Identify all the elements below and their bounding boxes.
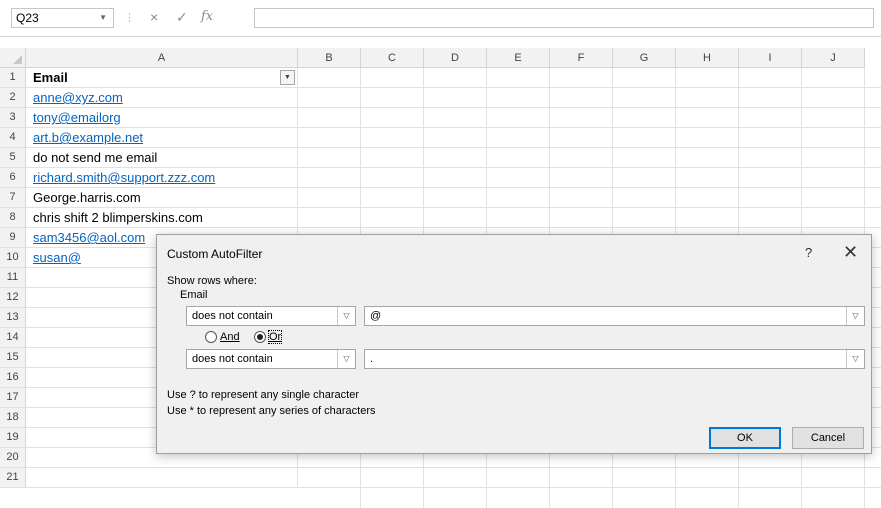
or-radio[interactable] [254, 331, 266, 343]
cell-a[interactable]: chris shift 2 blimperskins.com [26, 208, 298, 227]
column-header-f[interactable]: F [550, 48, 613, 68]
cancel-button[interactable]: Cancel [792, 427, 864, 449]
row-header[interactable]: 19 [0, 428, 26, 447]
row-header[interactable]: 1 [0, 68, 26, 87]
row-header[interactable]: 11 [0, 268, 26, 287]
formula-input[interactable] [254, 8, 874, 28]
column-header-d[interactable]: D [424, 48, 487, 68]
table-row: 21 [0, 468, 881, 488]
cell-a[interactable]: do not send me email [26, 148, 298, 167]
table-row: 6 richard.smith@support.zzz.com [0, 168, 881, 188]
row-header[interactable]: 6 [0, 168, 26, 187]
column-header-c[interactable]: C [361, 48, 424, 68]
cell-a[interactable]: anne@xyz.com [26, 88, 298, 107]
condition2-operator-value: does not contain [192, 353, 273, 365]
row-header[interactable]: 3 [0, 108, 26, 127]
chevron-down-icon[interactable]: ▽ [846, 350, 864, 368]
row-header[interactable]: 4 [0, 128, 26, 147]
close-icon[interactable]: ✕ [843, 242, 858, 263]
row-header[interactable]: 7 [0, 188, 26, 207]
condition2-operator-select[interactable]: does not contain ▽ [186, 349, 356, 369]
condition1-operator-value: does not contain [192, 310, 273, 322]
row-header[interactable]: 5 [0, 148, 26, 167]
row-header[interactable]: 21 [0, 468, 26, 487]
table-row: 1 Email ▼ [0, 68, 881, 88]
help-icon[interactable]: ? [805, 245, 812, 260]
field-name-label: Email [180, 289, 208, 301]
row-header[interactable]: 10 [0, 248, 26, 267]
table-row: 8 chris shift 2 blimperskins.com [0, 208, 881, 228]
column-header-i[interactable]: I [739, 48, 802, 68]
custom-autofilter-dialog: Custom AutoFilter ? ✕ Show rows where: E… [156, 234, 872, 454]
hint-series-chars: Use * to represent any series of charact… [167, 405, 376, 417]
ok-button[interactable]: OK [709, 427, 781, 449]
column-header-j[interactable]: J [802, 48, 865, 68]
and-radio[interactable] [205, 331, 217, 343]
row-header[interactable]: 14 [0, 328, 26, 347]
condition2-value-select[interactable]: . ▽ [364, 349, 865, 369]
row-header[interactable]: 8 [0, 208, 26, 227]
name-box[interactable]: Q23 ▼ [11, 8, 114, 28]
drag-handle-icon[interactable]: ⋮ [124, 11, 135, 24]
chevron-down-icon[interactable]: ▽ [337, 350, 355, 368]
table-row: 7 George.harris.com [0, 188, 881, 208]
row-header[interactable]: 18 [0, 408, 26, 427]
column-header-e[interactable]: E [487, 48, 550, 68]
or-radio-label[interactable]: Or [267, 330, 283, 344]
dialog-title: Custom AutoFilter [167, 247, 263, 261]
row-header[interactable]: 13 [0, 308, 26, 327]
chevron-down-icon[interactable]: ▼ [99, 9, 107, 27]
and-radio-label[interactable]: And [220, 331, 240, 343]
table-row: 4 art.b@example.net [0, 128, 881, 148]
table-row: 5 do not send me email [0, 148, 881, 168]
row-header[interactable]: 20 [0, 448, 26, 467]
filter-dropdown-icon[interactable]: ▼ [280, 70, 295, 85]
enter-icon[interactable]: ✓ [176, 9, 188, 26]
condition1-value-select[interactable]: @ ▽ [364, 306, 865, 326]
table-row: 2 anne@xyz.com [0, 88, 881, 108]
row-header[interactable]: 12 [0, 288, 26, 307]
condition2-value: . [370, 353, 374, 365]
name-box-value: Q23 [16, 11, 39, 25]
condition1-value: @ [370, 310, 382, 322]
formula-bar: Q23 ▼ ⋮ × ✓ fx [0, 0, 881, 37]
column-header-a[interactable]: A [26, 48, 298, 68]
row-header[interactable]: 17 [0, 388, 26, 407]
hint-single-char: Use ? to represent any single character [167, 389, 359, 401]
cell-a[interactable]: Email [26, 68, 298, 87]
cell-a[interactable]: George.harris.com [26, 188, 298, 207]
chevron-down-icon[interactable]: ▽ [337, 307, 355, 325]
table-row: 3 tony@emailorg [0, 108, 881, 128]
cancel-icon[interactable]: × [150, 9, 158, 25]
select-all-corner[interactable] [0, 48, 26, 68]
condition1-operator-select[interactable]: does not contain ▽ [186, 306, 356, 326]
show-rows-label: Show rows where: [167, 275, 257, 287]
chevron-down-icon[interactable]: ▽ [846, 307, 864, 325]
cell-a[interactable]: richard.smith@support.zzz.com [26, 168, 298, 187]
row-header[interactable]: 9 [0, 228, 26, 247]
column-header-h[interactable]: H [676, 48, 739, 68]
column-header-b[interactable]: B [298, 48, 361, 68]
cell-a[interactable]: tony@emailorg [26, 108, 298, 127]
column-header-g[interactable]: G [613, 48, 676, 68]
row-header[interactable]: 15 [0, 348, 26, 367]
cell-a[interactable] [26, 468, 298, 487]
insert-function-icon[interactable]: fx [201, 9, 213, 24]
row-header[interactable]: 16 [0, 368, 26, 387]
cell-a[interactable]: art.b@example.net [26, 128, 298, 147]
row-header[interactable]: 2 [0, 88, 26, 107]
